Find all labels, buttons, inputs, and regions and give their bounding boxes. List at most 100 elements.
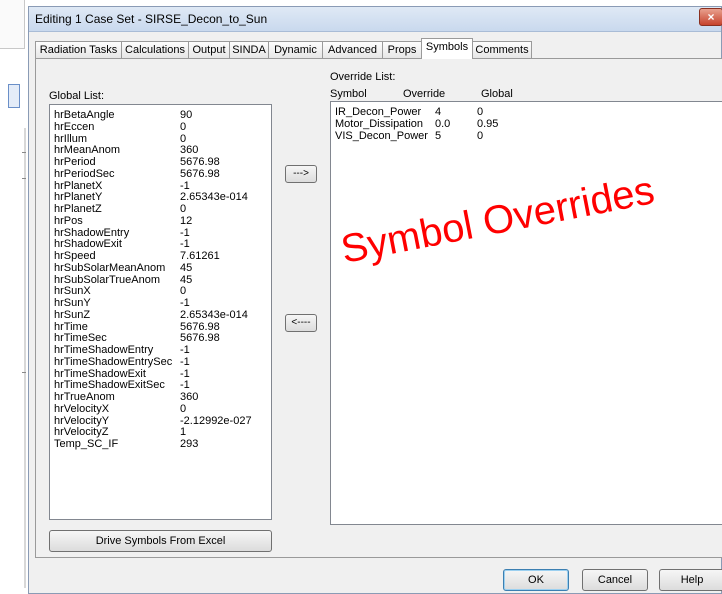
- remove-override-button[interactable]: <----: [285, 314, 317, 332]
- global-list-row[interactable]: hrVelocityZ 1: [50, 426, 271, 438]
- help-button[interactable]: Help: [659, 569, 722, 591]
- global-list-row[interactable]: hrTrueAnom 360: [50, 391, 271, 403]
- background-divider: [24, 128, 26, 588]
- symbol-value: -1: [180, 379, 190, 392]
- override-value: 4: [435, 106, 442, 118]
- tab-symbols[interactable]: Symbols: [421, 38, 473, 59]
- symbol-value: -1: [180, 344, 190, 356]
- global-list-row[interactable]: hrSunZ 2.65343e-014: [50, 309, 271, 321]
- global-list-row[interactable]: hrSpeed 7.61261: [50, 250, 271, 262]
- global-value: 0: [477, 129, 484, 142]
- ok-button[interactable]: OK: [503, 569, 569, 591]
- tab-dynamic[interactable]: Dynamic: [268, 41, 323, 58]
- symbol-value: -1: [180, 226, 190, 239]
- tab-props[interactable]: Props: [382, 41, 422, 58]
- tab-advanced[interactable]: Advanced: [322, 41, 383, 58]
- global-value: 0.95: [477, 117, 499, 130]
- title-bar: Editing 1 Case Set - SIRSE_Decon_to_Sun …: [29, 7, 722, 32]
- global-list-row[interactable]: hrSunX 0: [50, 285, 271, 297]
- global-list-row[interactable]: hrTimeShadowEntrySec -1: [50, 356, 271, 368]
- background-selection: [8, 84, 20, 108]
- tab-radiation-tasks[interactable]: Radiation Tasks: [35, 41, 122, 58]
- symbol-value: 5676.98: [180, 320, 220, 333]
- global-list-row[interactable]: hrTimeSec 5676.98: [50, 332, 271, 344]
- symbol-value: 12: [180, 214, 193, 227]
- symbol-value: -2.12992e-027: [180, 414, 252, 427]
- global-list-row[interactable]: hrShadowEntry -1: [50, 227, 271, 239]
- symbol-name: hrTimeSec: [54, 332, 107, 345]
- symbol-name: hrMeanAnom: [54, 144, 121, 157]
- global-value: 0: [477, 106, 484, 118]
- global-list-row[interactable]: hrMeanAnom 360: [50, 144, 271, 156]
- global-list-row[interactable]: hrBetaAngle 90: [50, 109, 271, 121]
- global-list-row[interactable]: hrPlanetZ 0: [50, 203, 271, 215]
- global-list-row[interactable]: hrShadowExit -1: [50, 238, 271, 250]
- symbol-name: hrVelocityX: [54, 402, 110, 415]
- symbol-name: hrPos: [54, 214, 83, 227]
- symbol-name: hrSpeed: [54, 250, 96, 262]
- global-list-row[interactable]: hrPos 12: [50, 215, 271, 227]
- background-mark: [22, 178, 26, 179]
- cancel-button[interactable]: Cancel: [582, 569, 648, 591]
- global-list-row[interactable]: hrTime 5676.98: [50, 321, 271, 333]
- global-list-row[interactable]: hrEccen 0: [50, 121, 271, 133]
- symbols-tab-panel: Global List: hrBetaAngle 90 hrEccen 0 hrIllu…: [35, 58, 722, 558]
- symbol-value: 2.65343e-014: [180, 191, 248, 204]
- global-list-row[interactable]: hrPeriodSec 5676.98: [50, 168, 271, 180]
- case-set-dialog: Editing 1 Case Set - SIRSE_Decon_to_Sun …: [28, 6, 722, 594]
- global-list-row[interactable]: hrPeriod 5676.98: [50, 156, 271, 168]
- symbol-value: 5676.98: [180, 156, 220, 168]
- symbol-name: hrTimeShadowEntry: [54, 344, 154, 356]
- drive-symbols-from-excel-button[interactable]: Drive Symbols From Excel: [49, 530, 272, 552]
- tab-calculations[interactable]: Calculations: [121, 41, 189, 58]
- background-mark: [22, 152, 26, 153]
- global-list-row[interactable]: hrTimeShadowExitSec -1: [50, 379, 271, 391]
- symbol-value: -1: [180, 179, 190, 192]
- global-column-header: Global: [481, 88, 513, 100]
- global-list-row[interactable]: hrVelocityY -2.12992e-027: [50, 415, 271, 427]
- background-mark: [22, 372, 26, 373]
- symbol-name: hrTimeShadowExitSec: [54, 379, 165, 392]
- global-list-row[interactable]: hrVelocityX 0: [50, 403, 271, 415]
- symbol-name: hrIllum: [54, 132, 88, 145]
- global-list[interactable]: hrBetaAngle 90 hrEccen 0 hrIllum 0 hrMeanAnom 3…: [49, 104, 272, 520]
- symbol-name: hrTimeShadowExit: [54, 367, 146, 380]
- symbol-name: hrPeriod: [54, 156, 96, 168]
- global-list-row[interactable]: hrPlanetY 2.65343e-014: [50, 191, 271, 203]
- override-value: 0.0: [435, 117, 451, 130]
- global-list-row[interactable]: Temp_SC_IF 293: [50, 438, 271, 450]
- tab-sinda[interactable]: SINDA: [229, 41, 269, 58]
- background-page: [0, 0, 30, 594]
- global-list-row[interactable]: hrSubSolarTrueAnom 45: [50, 274, 271, 286]
- override-list[interactable]: IR_Decon_Power 4 0 Motor_Dissipation 0.0 0.95…: [330, 101, 722, 525]
- symbol-name: hrSunY: [54, 297, 91, 309]
- override-list-row[interactable]: Motor_Dissipation 0.0 0.95: [331, 118, 722, 130]
- symbol-value: -1: [180, 297, 190, 309]
- global-list-row[interactable]: hrSubSolarMeanAnom 45: [50, 262, 271, 274]
- background-panel: [0, 0, 25, 49]
- global-list-row[interactable]: hrPlanetX -1: [50, 180, 271, 192]
- override-list-row[interactable]: VIS_Decon_Power 5 0: [331, 130, 722, 142]
- symbol-name: hrPeriodSec: [54, 167, 115, 180]
- symbol-name: hrVelocityZ: [54, 426, 109, 439]
- symbol-name: hrSunX: [54, 285, 91, 298]
- global-list-row[interactable]: hrTimeShadowExit -1: [50, 368, 271, 380]
- global-list-row[interactable]: hrTimeShadowEntry -1: [50, 344, 271, 356]
- symbol-name: hrBetaAngle: [54, 109, 115, 121]
- close-button[interactable]: ×: [699, 8, 722, 26]
- symbol-name: hrTimeShadowEntrySec: [54, 355, 173, 368]
- tab-comments[interactable]: Comments: [472, 41, 532, 58]
- override-list-row[interactable]: IR_Decon_Power 4 0: [331, 106, 722, 118]
- symbol-value: -1: [180, 355, 190, 368]
- global-list-label: Global List:: [49, 90, 105, 102]
- symbol-name: hrPlanetZ: [54, 203, 102, 215]
- symbol-name: hrPlanetY: [54, 191, 103, 204]
- symbol-value: 5676.98: [180, 167, 220, 180]
- symbol-value: -1: [180, 367, 190, 380]
- global-list-row[interactable]: hrIllum 0: [50, 133, 271, 145]
- tab-output[interactable]: Output: [188, 41, 230, 58]
- global-list-row[interactable]: hrSunY -1: [50, 297, 271, 309]
- add-override-button[interactable]: --->: [285, 165, 317, 183]
- symbol-value: 0: [180, 203, 187, 215]
- symbol-name: hrSunZ: [54, 308, 91, 321]
